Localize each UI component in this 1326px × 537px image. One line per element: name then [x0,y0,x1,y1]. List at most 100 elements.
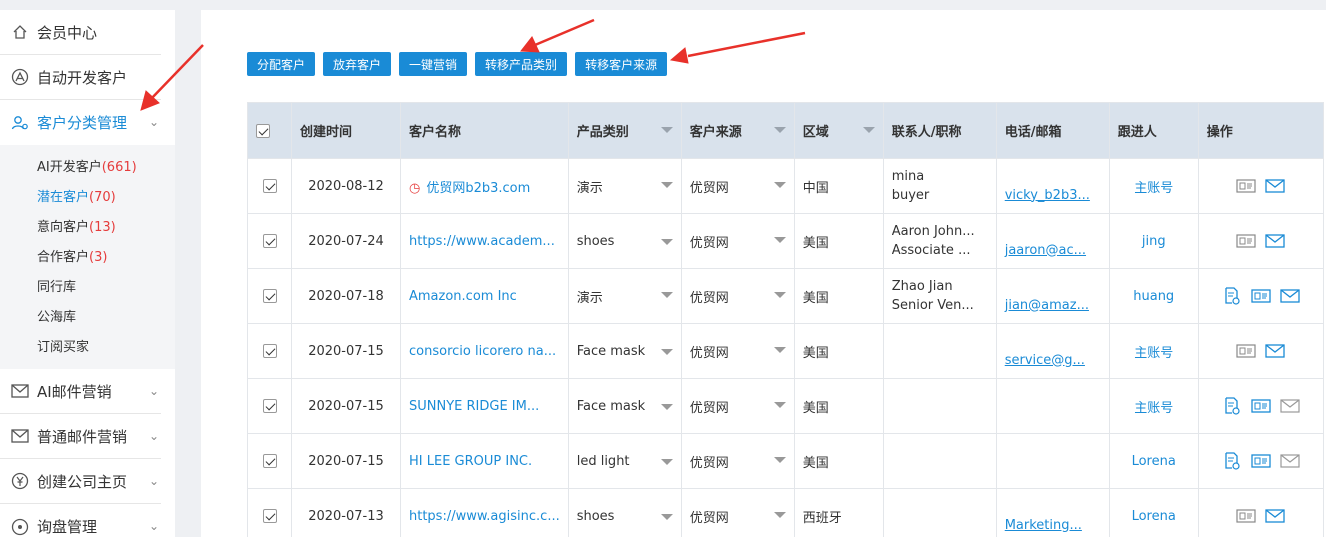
follower-link[interactable]: Lorena [1132,509,1176,524]
follower-link[interactable]: 主账号 [1134,346,1173,361]
category-select[interactable]: shoes [567,213,682,269]
follower-link[interactable]: huang [1133,289,1174,304]
customer-name-link[interactable]: https://www.agisinc.c... [409,509,560,524]
customer-name-cell[interactable]: SUNNYE RIDGE IM... [400,378,569,434]
source-select[interactable]: 优贸网 [680,433,795,489]
customer-name-cell[interactable]: consorcio licorero na... [400,323,569,379]
follower-cell[interactable]: Lorena [1108,433,1199,489]
follower-cell[interactable]: 主账号 [1108,158,1199,214]
email-link[interactable]: vicky_b2b3... [1005,188,1090,203]
transfer-category-button[interactable]: 转移产品类别 [475,52,568,76]
document-icon[interactable] [1222,452,1242,470]
row-checkbox[interactable] [262,234,277,248]
row-checkbox[interactable] [262,179,277,193]
category-select[interactable]: 演示 [567,158,682,214]
dropdown-arrow-icon[interactable] [660,181,673,188]
follower-link[interactable]: 主账号 [1134,401,1173,416]
customer-name-link[interactable]: HI LEE GROUP INC. [409,454,532,469]
sidebar-item-normal-mail[interactable]: 普通邮件营销 ⌄ [0,414,161,459]
select-all-header[interactable] [247,102,292,159]
follower-cell[interactable]: jing [1108,213,1199,269]
business-card-icon[interactable] [1251,398,1271,414]
email-link[interactable]: service@g... [1005,353,1085,368]
mail-icon[interactable] [1280,453,1300,469]
source-select[interactable]: 优贸网 [680,158,795,214]
customer-name-cell[interactable]: https://www.academ... [400,213,569,269]
customer-name-cell[interactable]: HI LEE GROUP INC. [400,433,569,489]
business-card-icon[interactable] [1251,288,1271,304]
transfer-source-button[interactable]: 转移客户来源 [575,52,668,76]
document-icon[interactable] [1222,287,1242,305]
row-checkbox[interactable] [262,344,277,358]
one-click-marketing-button[interactable]: 一键营销 [399,52,468,76]
row-checkbox[interactable] [262,399,277,413]
abandon-customer-button[interactable]: 放弃客户 [323,52,392,76]
dropdown-arrow-icon[interactable] [660,348,673,355]
customer-name-link[interactable]: https://www.academ... [409,234,555,249]
dropdown-arrow-icon[interactable] [660,513,673,520]
category-select[interactable]: shoes [567,488,682,537]
row-checkbox-cell[interactable] [247,378,292,434]
category-select[interactable]: led light [567,433,682,489]
filter-arrow-icon[interactable] [660,127,673,133]
document-icon[interactable] [1222,397,1242,415]
mail-icon[interactable] [1265,508,1285,524]
column-header-source[interactable]: 客户来源 [680,102,795,159]
mail-icon[interactable] [1265,343,1285,359]
mail-icon[interactable] [1265,178,1285,194]
follower-link[interactable]: jing [1142,234,1166,249]
sidebar-item-ai-mail[interactable]: AI邮件营销 ⌄ [0,369,161,414]
row-checkbox-cell[interactable] [247,158,292,214]
business-card-icon[interactable] [1236,233,1256,249]
dropdown-arrow-icon[interactable] [773,291,786,298]
select-all-checkbox[interactable] [256,123,270,138]
submenu-item-ai-customers[interactable]: AI开发客户(661) [0,153,175,183]
column-header-category[interactable]: 产品类别 [567,102,682,159]
row-checkbox[interactable] [262,289,277,303]
filter-arrow-icon[interactable] [862,127,875,133]
filter-arrow-icon[interactable] [773,127,786,133]
business-card-icon[interactable] [1236,508,1256,524]
source-select[interactable]: 优贸网 [680,213,795,269]
row-checkbox-cell[interactable] [247,433,292,489]
customer-name-cell[interactable]: https://www.agisinc.c... [400,488,569,537]
email-link[interactable]: Marketing... [1005,518,1082,533]
email-link[interactable]: jaaron@ac... [1005,243,1086,258]
column-header-region[interactable]: 区域 [793,102,884,159]
mail-icon[interactable] [1280,398,1300,414]
row-checkbox-cell[interactable] [247,323,292,379]
category-select[interactable]: Face mask [567,378,682,434]
assign-customer-button[interactable]: 分配客户 [247,52,316,76]
dropdown-arrow-icon[interactable] [773,236,786,243]
dropdown-arrow-icon[interactable] [773,511,786,518]
row-checkbox-cell[interactable] [247,213,292,269]
row-checkbox-cell[interactable] [247,268,292,324]
source-select[interactable]: 优贸网 [680,323,795,379]
mail-icon[interactable] [1280,288,1300,304]
follower-cell[interactable]: 主账号 [1108,323,1199,379]
follower-cell[interactable]: huang [1108,268,1199,324]
submenu-item-public-pool[interactable]: 公海库 [0,303,175,333]
dropdown-arrow-icon[interactable] [773,401,786,408]
customer-name-link[interactable]: consorcio licorero na... [409,344,556,359]
dropdown-arrow-icon[interactable] [660,458,673,465]
follower-link[interactable]: Lorena [1132,454,1176,469]
dropdown-arrow-icon[interactable] [773,456,786,463]
submenu-item-potential-customers[interactable]: 潜在客户(70) [0,183,175,213]
business-card-icon[interactable] [1236,343,1256,359]
dropdown-arrow-icon[interactable] [773,181,786,188]
submenu-item-partner-customers[interactable]: 合作客户(3) [0,243,175,273]
sidebar-item-inquiry[interactable]: 询盘管理 ⌄ [0,504,161,537]
follower-cell[interactable]: 主账号 [1108,378,1199,434]
submenu-item-subscribed-buyers[interactable]: 订阅买家 [0,333,175,363]
source-select[interactable]: 优贸网 [680,378,795,434]
dropdown-arrow-icon[interactable] [660,291,673,298]
dropdown-arrow-icon[interactable] [660,403,673,410]
row-checkbox[interactable] [262,509,277,523]
business-card-icon[interactable] [1236,178,1256,194]
follower-link[interactable]: 主账号 [1134,181,1173,196]
row-checkbox-cell[interactable] [247,488,292,537]
business-card-icon[interactable] [1251,453,1271,469]
submenu-item-intent-customers[interactable]: 意向客户(13) [0,213,175,243]
source-select[interactable]: 优贸网 [680,488,795,537]
